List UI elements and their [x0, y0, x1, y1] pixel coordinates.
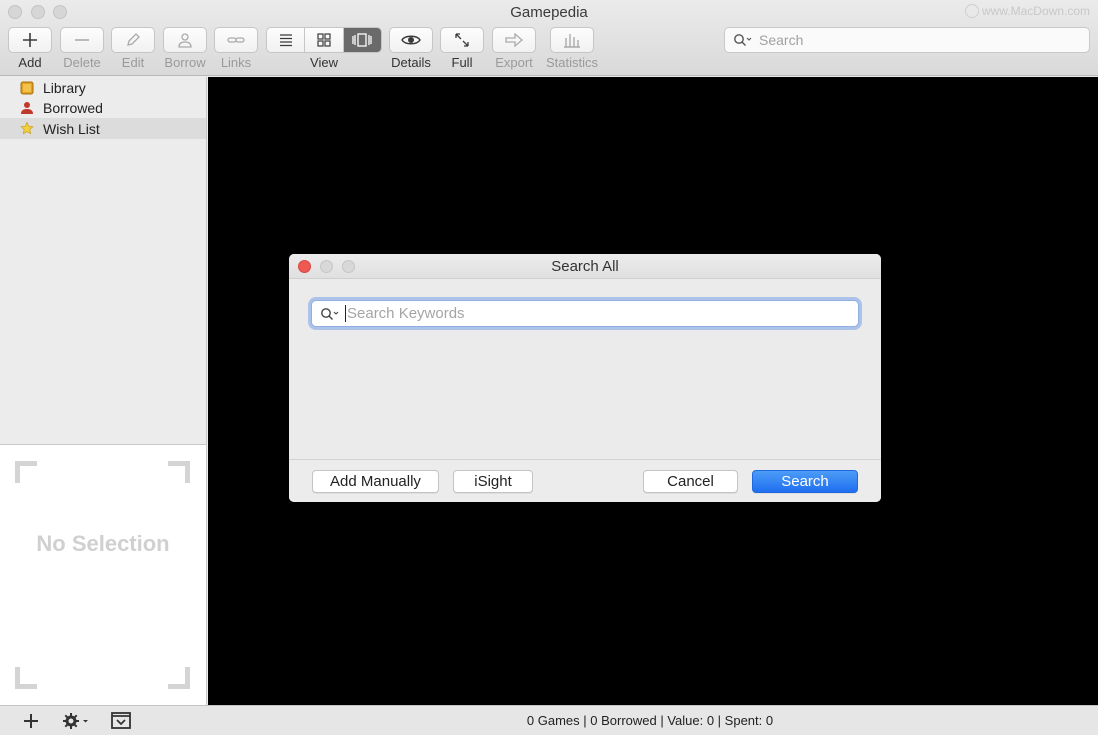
- borrow-label: Borrow: [164, 55, 206, 70]
- coverflow-icon: [352, 33, 372, 47]
- links-label: Links: [220, 55, 252, 70]
- sidebar-item-label: Library: [43, 79, 86, 96]
- text-caret: [345, 305, 346, 322]
- details-button[interactable]: Details: [389, 27, 433, 71]
- keywords-search-field[interactable]: [311, 300, 859, 327]
- preview-pane: No Selection: [0, 444, 207, 705]
- sidebar-item-label: Borrowed: [43, 99, 103, 116]
- delete-label: Delete: [63, 55, 101, 70]
- add-label: Add: [18, 55, 42, 70]
- keywords-input[interactable]: [347, 305, 827, 322]
- isight-button[interactable]: iSight: [453, 470, 533, 493]
- link-icon: [227, 37, 245, 43]
- frame-corner: [15, 461, 37, 483]
- star-icon: [20, 121, 34, 136]
- full-label: Full: [451, 55, 473, 70]
- search-icon: [734, 34, 752, 46]
- dialog-footer: Add Manually iSight Cancel Search: [289, 459, 881, 502]
- status-text: 0 Games | 0 Borrowed | Value: 0 | Spent:…: [526, 713, 774, 728]
- app-window: Gamepedia www.MacDown.com Add Delete Edi…: [0, 0, 1098, 735]
- export-label: Export: [495, 55, 533, 70]
- toolbar: Gamepedia www.MacDown.com Add Delete Edi…: [0, 0, 1098, 76]
- person-icon: [178, 33, 192, 48]
- borrow-button[interactable]: Borrow: [162, 27, 208, 71]
- minus-icon: [75, 39, 89, 41]
- view-label: View: [310, 55, 338, 70]
- grid-view-button[interactable]: [305, 28, 344, 52]
- cancel-button[interactable]: Cancel: [643, 470, 738, 493]
- library-icon: [20, 81, 34, 95]
- search-button[interactable]: Search: [752, 470, 858, 493]
- pencil-icon: [127, 33, 140, 46]
- toolbar-search-field[interactable]: Search: [724, 27, 1090, 53]
- grid-icon: [317, 33, 331, 47]
- search-icon: [321, 307, 339, 320]
- watermark: www.MacDown.com: [964, 4, 1090, 18]
- full-button[interactable]: Full: [440, 27, 484, 71]
- sidebar-item-wish-list[interactable]: Wish List: [0, 118, 206, 139]
- bottom-bar: 0 Games | 0 Borrowed | Value: 0 | Spent:…: [0, 705, 1098, 735]
- sidebar-item-library[interactable]: Library: [0, 77, 206, 98]
- frame-corner: [15, 667, 37, 689]
- sidebar-item-label: Wish List: [43, 120, 100, 137]
- statistics-label: Statistics: [545, 55, 598, 70]
- search-all-dialog: Search All Add Manually iSight Cancel Se…: [289, 254, 881, 502]
- view-segmented-control: [266, 27, 382, 53]
- toolbar-search-placeholder: Search: [759, 32, 804, 48]
- window-title: Gamepedia: [510, 4, 588, 21]
- list-icon: [279, 34, 292, 47]
- frame-corner: [168, 667, 190, 689]
- statistics-button[interactable]: Statistics: [544, 27, 600, 71]
- frame-corner: [168, 461, 190, 483]
- sidebar-item-borrowed[interactable]: Borrowed: [0, 97, 206, 118]
- fullscreen-icon: [455, 33, 469, 47]
- dialog-title: Search All: [551, 258, 619, 275]
- edit-label: Edit: [121, 55, 145, 70]
- export-arrow-icon: [505, 32, 523, 48]
- person-icon: [20, 101, 34, 115]
- edit-button[interactable]: Edit: [111, 27, 155, 71]
- eye-icon: [401, 35, 421, 45]
- sidebar: Library Borrowed Wish List: [0, 77, 207, 444]
- watermark-text: www.MacDown.com: [981, 4, 1090, 18]
- dialog-titlebar: Search All: [289, 254, 881, 279]
- add-manually-button[interactable]: Add Manually: [312, 470, 439, 493]
- plus-icon: [23, 33, 37, 47]
- delete-button[interactable]: Delete: [60, 27, 104, 71]
- add-button[interactable]: Add: [8, 27, 52, 71]
- watermark-logo-icon: [964, 4, 979, 18]
- export-button[interactable]: Export: [492, 27, 536, 71]
- list-view-button[interactable]: [267, 28, 306, 52]
- coverflow-view-button[interactable]: [343, 28, 381, 52]
- links-button[interactable]: Links: [214, 27, 258, 71]
- details-label: Details: [391, 55, 431, 70]
- no-selection-text: No Selection: [36, 531, 170, 556]
- bar-chart-icon: [564, 34, 580, 48]
